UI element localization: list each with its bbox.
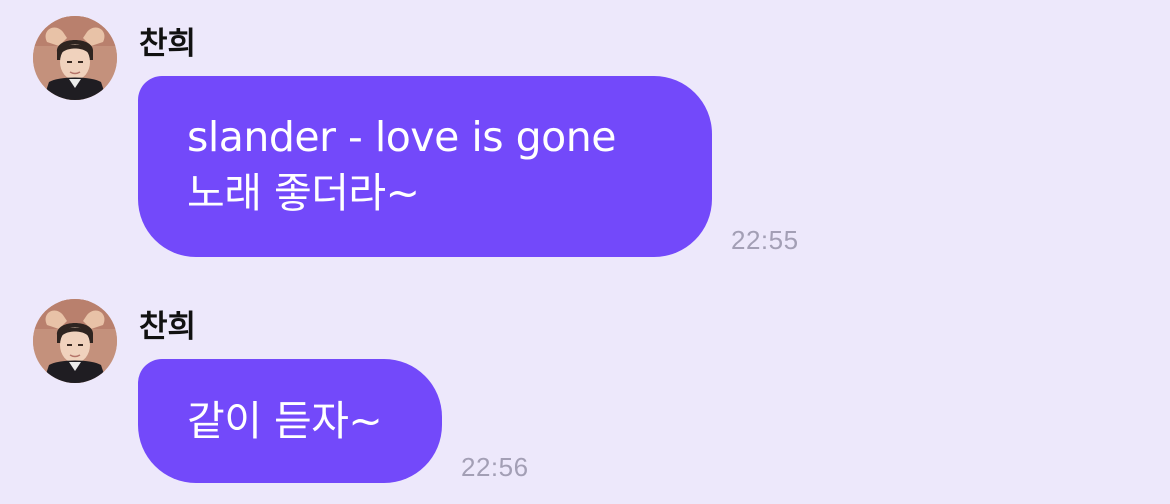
avatar[interactable] — [33, 16, 117, 100]
avatar[interactable] — [33, 299, 117, 383]
message-bubble[interactable]: slander - love is gone 노래 좋더라~ — [138, 76, 712, 257]
sender-name: 찬희 — [139, 309, 197, 345]
message-text: slander - love is gone — [187, 113, 616, 161]
message-timestamp: 22:56 — [461, 452, 529, 482]
message-timestamp: 22:55 — [731, 225, 799, 255]
profile-photo-icon — [33, 16, 117, 100]
profile-photo-icon — [33, 299, 117, 383]
message-text: 노래 좋더라~ — [187, 169, 420, 217]
message-bubble[interactable]: 같이 듣자~ — [138, 359, 442, 483]
message-text: 같이 듣자~ — [187, 397, 383, 445]
sender-name: 찬희 — [139, 26, 197, 62]
